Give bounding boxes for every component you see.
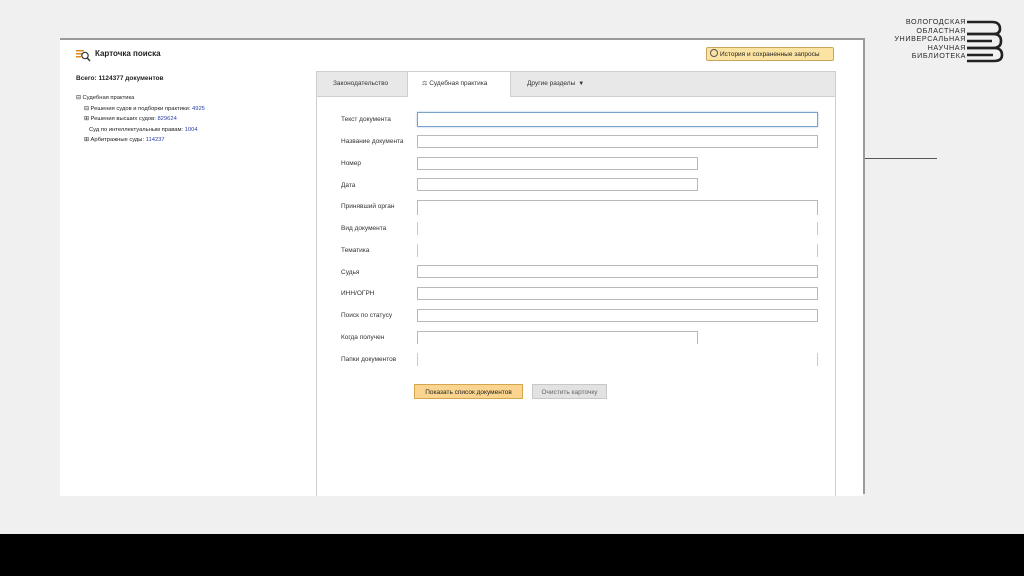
library-logo-icon <box>967 20 1004 63</box>
show-documents-button[interactable]: Показать список документов <box>414 384 523 399</box>
tree-item-arbitration-courts[interactable]: ⊞ Арбитражные суды: 114237 <box>76 135 205 146</box>
field-label: Дата <box>341 182 356 189</box>
tree-item-label: Решения судов и подборки практики <box>90 105 189 112</box>
tab-other-label: Другие разделы <box>527 80 576 87</box>
tree-item-count[interactable]: 1004 <box>185 127 198 133</box>
tree-item-court-decisions[interactable]: ⊟ Решения судов и подборки практики: 492… <box>76 104 205 115</box>
search-card-window: Карточка поиска История и сохраненные за… <box>60 40 863 496</box>
history-button-label: История и сохраненные запросы <box>720 51 820 58</box>
field-label: Название документа <box>341 138 404 145</box>
field-label: Принявший орган <box>341 203 395 210</box>
tree-item-label: Судебная практика <box>82 95 135 101</box>
field-label: Текст документа <box>341 116 391 123</box>
inn-ogrn-input[interactable] <box>417 287 818 300</box>
court-practice-icon: ⚖ <box>422 81 428 87</box>
field-label: ИНН/ОГРН <box>341 290 375 297</box>
received-date-input[interactable] <box>417 331 698 344</box>
collapse-icon[interactable]: ⊟ <box>84 106 89 112</box>
tree-item-label: Арбитражные суды <box>90 137 143 143</box>
tree-item-court-practice[interactable]: ⊟ Судебная практика <box>76 93 205 104</box>
date-input[interactable] <box>417 178 698 191</box>
category-tree: ⊟ Судебная практика ⊟ Решения судов и по… <box>76 93 205 146</box>
collapse-icon[interactable]: ⊟ <box>76 95 81 101</box>
search-form-panel: Законодательство ⚖ Судебная практика Дру… <box>316 71 836 496</box>
status-search-input[interactable] <box>417 309 818 322</box>
issuing-authority-input[interactable] <box>417 200 818 215</box>
frame-line-right <box>863 38 865 494</box>
tree-item-label: Решения высших судов <box>90 116 155 122</box>
clear-card-button[interactable]: Очистить карточку <box>532 384 607 399</box>
document-text-input[interactable] <box>417 112 818 127</box>
field-label: Тематика <box>341 247 370 254</box>
search-card-icon <box>76 50 91 62</box>
tree-item-label: Суд по интеллектуальным правам <box>89 126 182 133</box>
documents-total: Всего: 1124377 документов <box>76 75 164 82</box>
library-logo-text: ВОЛОГОДСКАЯ ОБЛАСТНАЯ УНИВЕРСАЛЬНАЯ НАУЧ… <box>880 17 966 61</box>
tab-other-sections[interactable]: Другие разделы ▼ <box>527 72 584 96</box>
field-label: Вид документа <box>341 225 387 232</box>
clock-icon <box>710 49 718 57</box>
field-label: Судья <box>341 269 360 276</box>
field-label: Поиск по статусу <box>341 312 393 319</box>
field-label: Номер <box>341 160 362 167</box>
tree-item-ip-court[interactable]: Суд по интеллектуальным правам: 1004 <box>76 125 205 136</box>
chevron-down-icon: ▼ <box>578 81 585 87</box>
expand-icon[interactable]: ⊞ <box>84 137 89 143</box>
number-input[interactable] <box>417 157 698 170</box>
document-type-input[interactable] <box>417 222 818 235</box>
logo-line: БИБЛИОТЕКА <box>911 51 966 61</box>
tree-item-count[interactable]: 114237 <box>146 137 165 143</box>
topic-input[interactable] <box>417 244 818 257</box>
expand-icon[interactable]: ⊞ <box>84 116 89 122</box>
decorative-line <box>865 158 937 159</box>
field-label: Когда получен <box>341 334 385 341</box>
judge-input[interactable] <box>417 265 818 278</box>
bottom-black-bar <box>0 534 1024 576</box>
document-title-input[interactable] <box>417 135 818 148</box>
tree-item-count[interactable]: 4925 <box>192 106 205 112</box>
tab-legislation[interactable]: Законодательство <box>333 72 388 96</box>
field-label: Папки документов <box>341 356 397 363</box>
tree-item-higher-courts[interactable]: ⊞ Решения высших судов: 829624 <box>76 114 205 125</box>
tab-bar: Законодательство ⚖ Судебная практика Дру… <box>317 72 835 97</box>
tree-item-count[interactable]: 829624 <box>157 116 176 122</box>
tab-court-practice-label: Судебная практика <box>429 80 488 87</box>
document-folders-input[interactable] <box>417 353 818 366</box>
page-title: Карточка поиска <box>95 49 161 58</box>
tab-court-practice[interactable]: ⚖ Судебная практика <box>407 72 511 97</box>
history-button[interactable]: История и сохраненные запросы <box>706 47 834 61</box>
